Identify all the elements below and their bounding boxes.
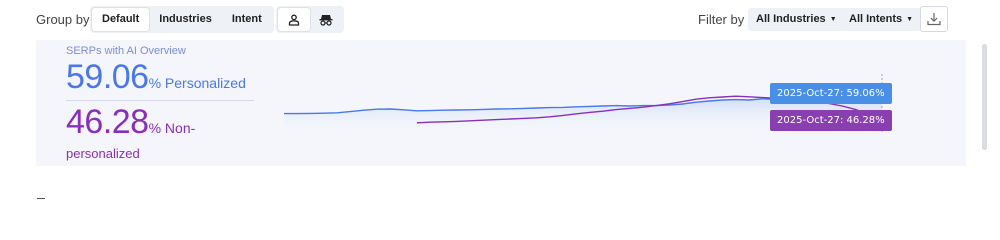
download-icon [927,13,941,26]
group-intent-button[interactable]: Intent [222,8,272,31]
section-dash [37,198,45,199]
non-personalized-tooltip: 2025-Oct-27: 46.28% [770,110,892,131]
ai-overview-panel: SERPs with AI Overview 59.06% Personaliz… [36,40,966,166]
incognito-view-button[interactable] [310,8,342,31]
view-mode-control [276,6,344,33]
caret-down-icon: ▼ [829,16,837,23]
incognito-icon [319,14,333,26]
industries-dropdown-label: All Industries [756,13,826,25]
personalized-tooltip: 2025-Oct-27: 59.06% [770,83,892,104]
intents-dropdown-label: All Intents [849,13,903,25]
download-button[interactable] [920,6,948,32]
group-by-label: Group by [36,12,90,27]
filter-by-label: Filter by [698,12,745,27]
group-industries-button[interactable]: Industries [149,8,222,31]
industries-dropdown[interactable]: All Industries ▼ [748,8,845,31]
caret-down-icon: ▼ [906,16,914,23]
intents-dropdown[interactable]: All Intents ▼ [841,8,922,31]
group-default-button[interactable]: Default [92,8,150,31]
toolbar: Group by Default Industries Intent Filte… [0,0,1000,40]
page-scrollbar[interactable] [982,44,987,150]
personalized-view-button[interactable] [278,8,310,31]
group-by-segmented-control: Default Industries Intent [90,6,274,33]
person-icon [288,14,300,26]
